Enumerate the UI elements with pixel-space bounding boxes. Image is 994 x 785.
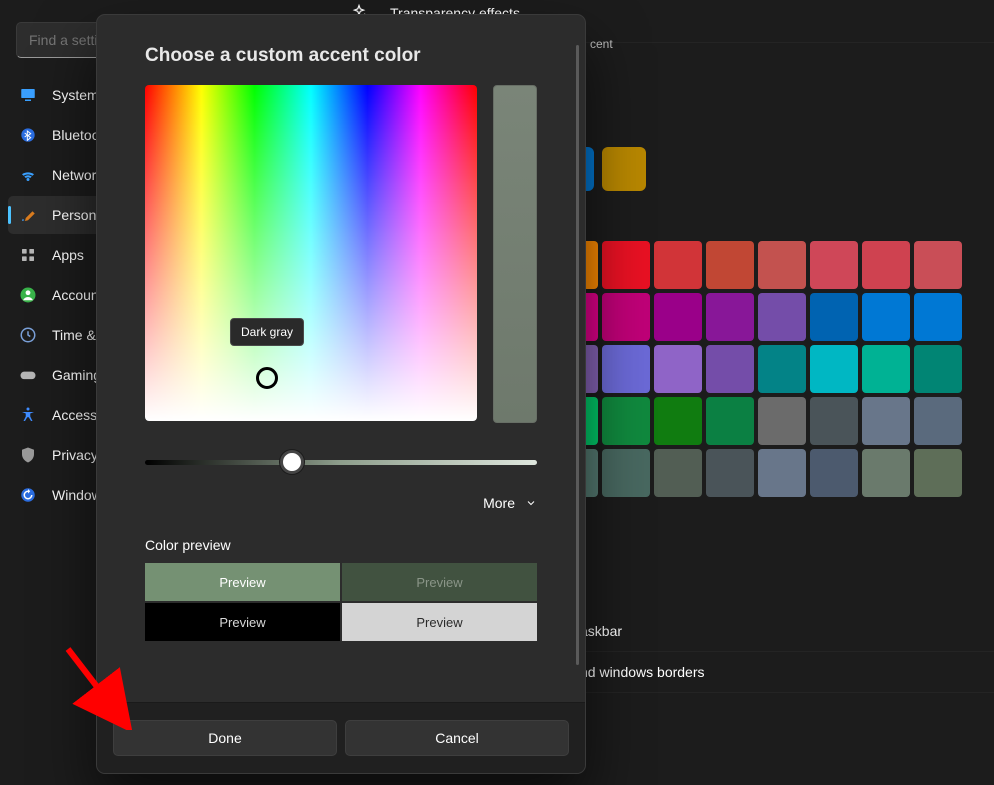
palette-swatch[interactable]	[706, 397, 754, 445]
monitor-icon	[18, 85, 38, 105]
palette-swatch[interactable]	[914, 397, 962, 445]
color-preview-grid: Preview Preview Preview Preview	[145, 563, 537, 641]
cancel-button[interactable]: Cancel	[345, 720, 569, 756]
preview-accent-muted: Preview	[342, 563, 537, 601]
person-icon	[18, 285, 38, 305]
dialog-scrollbar[interactable]	[576, 45, 579, 665]
more-label: More	[483, 495, 515, 511]
palette-swatch[interactable]	[706, 345, 754, 393]
dialog-title: Choose a custom accent color	[145, 45, 537, 67]
update-icon	[18, 485, 38, 505]
palette-swatch[interactable]	[706, 449, 754, 497]
palette-swatch[interactable]	[706, 293, 754, 341]
color-spectrum[interactable]: Dark gray	[145, 85, 477, 421]
palette-swatch[interactable]	[914, 449, 962, 497]
palette-swatch[interactable]	[914, 241, 962, 289]
recent-color-swatch[interactable]	[602, 147, 646, 191]
color-picker-dialog: Choose a custom accent color Dark gray M…	[96, 14, 586, 774]
apps-icon	[18, 245, 38, 265]
palette-swatch[interactable]	[810, 241, 858, 289]
palette-swatch[interactable]	[862, 345, 910, 393]
color-preview-label: Color preview	[145, 537, 537, 553]
palette-swatch[interactable]	[758, 397, 806, 445]
more-toggle[interactable]: More	[145, 495, 537, 511]
accessibility-icon	[18, 405, 38, 425]
palette-swatch[interactable]	[602, 241, 650, 289]
wifi-icon	[18, 165, 38, 185]
sidebar-item-label: System	[52, 87, 99, 103]
palette-swatch[interactable]	[862, 293, 910, 341]
sidebar-item-label: Apps	[52, 247, 84, 263]
preview-accent-dark: Preview	[145, 563, 340, 601]
sidebar-item-label: Gaming	[52, 367, 101, 383]
done-button[interactable]: Done	[113, 720, 337, 756]
setting-text-fragment: nd windows borders	[580, 664, 705, 680]
value-thumb[interactable]	[280, 450, 304, 474]
palette-swatch[interactable]	[758, 293, 806, 341]
palette-swatch[interactable]	[602, 449, 650, 497]
palette-swatch[interactable]	[758, 449, 806, 497]
palette-swatch[interactable]	[706, 241, 754, 289]
palette-swatch[interactable]	[602, 397, 650, 445]
palette-swatch[interactable]	[810, 293, 858, 341]
palette-swatch[interactable]	[654, 397, 702, 445]
color-tooltip: Dark gray	[230, 318, 304, 346]
palette-swatch[interactable]	[862, 397, 910, 445]
palette-swatch[interactable]	[810, 397, 858, 445]
palette-swatch[interactable]	[654, 241, 702, 289]
shield-icon	[18, 445, 38, 465]
palette-swatch[interactable]	[862, 449, 910, 497]
hue-bar[interactable]	[493, 85, 537, 423]
palette-swatch[interactable]	[862, 241, 910, 289]
palette-swatch[interactable]	[654, 345, 702, 393]
palette-swatch[interactable]	[602, 345, 650, 393]
palette-swatch[interactable]	[914, 293, 962, 341]
chevron-down-icon	[525, 497, 537, 509]
bluetooth-icon	[18, 125, 38, 145]
preview-on-light: Preview	[342, 603, 537, 641]
palette-swatch[interactable]	[654, 293, 702, 341]
palette-swatch[interactable]	[810, 449, 858, 497]
preview-on-black: Preview	[145, 603, 340, 641]
value-track	[145, 460, 537, 465]
gamepad-icon	[18, 365, 38, 385]
dialog-body: Choose a custom accent color Dark gray M…	[97, 15, 585, 702]
paint-icon	[18, 205, 38, 225]
palette-swatch[interactable]	[602, 293, 650, 341]
clock-icon	[18, 325, 38, 345]
value-slider[interactable]	[145, 451, 537, 473]
setting-text-fragment: askbar	[580, 623, 622, 639]
palette-swatch[interactable]	[758, 345, 806, 393]
palette-swatch[interactable]	[758, 241, 806, 289]
palette-swatch[interactable]	[654, 449, 702, 497]
palette-swatch[interactable]	[810, 345, 858, 393]
palette-swatch[interactable]	[914, 345, 962, 393]
spectrum-cursor[interactable]	[256, 367, 278, 389]
dialog-footer: Done Cancel	[97, 702, 585, 773]
